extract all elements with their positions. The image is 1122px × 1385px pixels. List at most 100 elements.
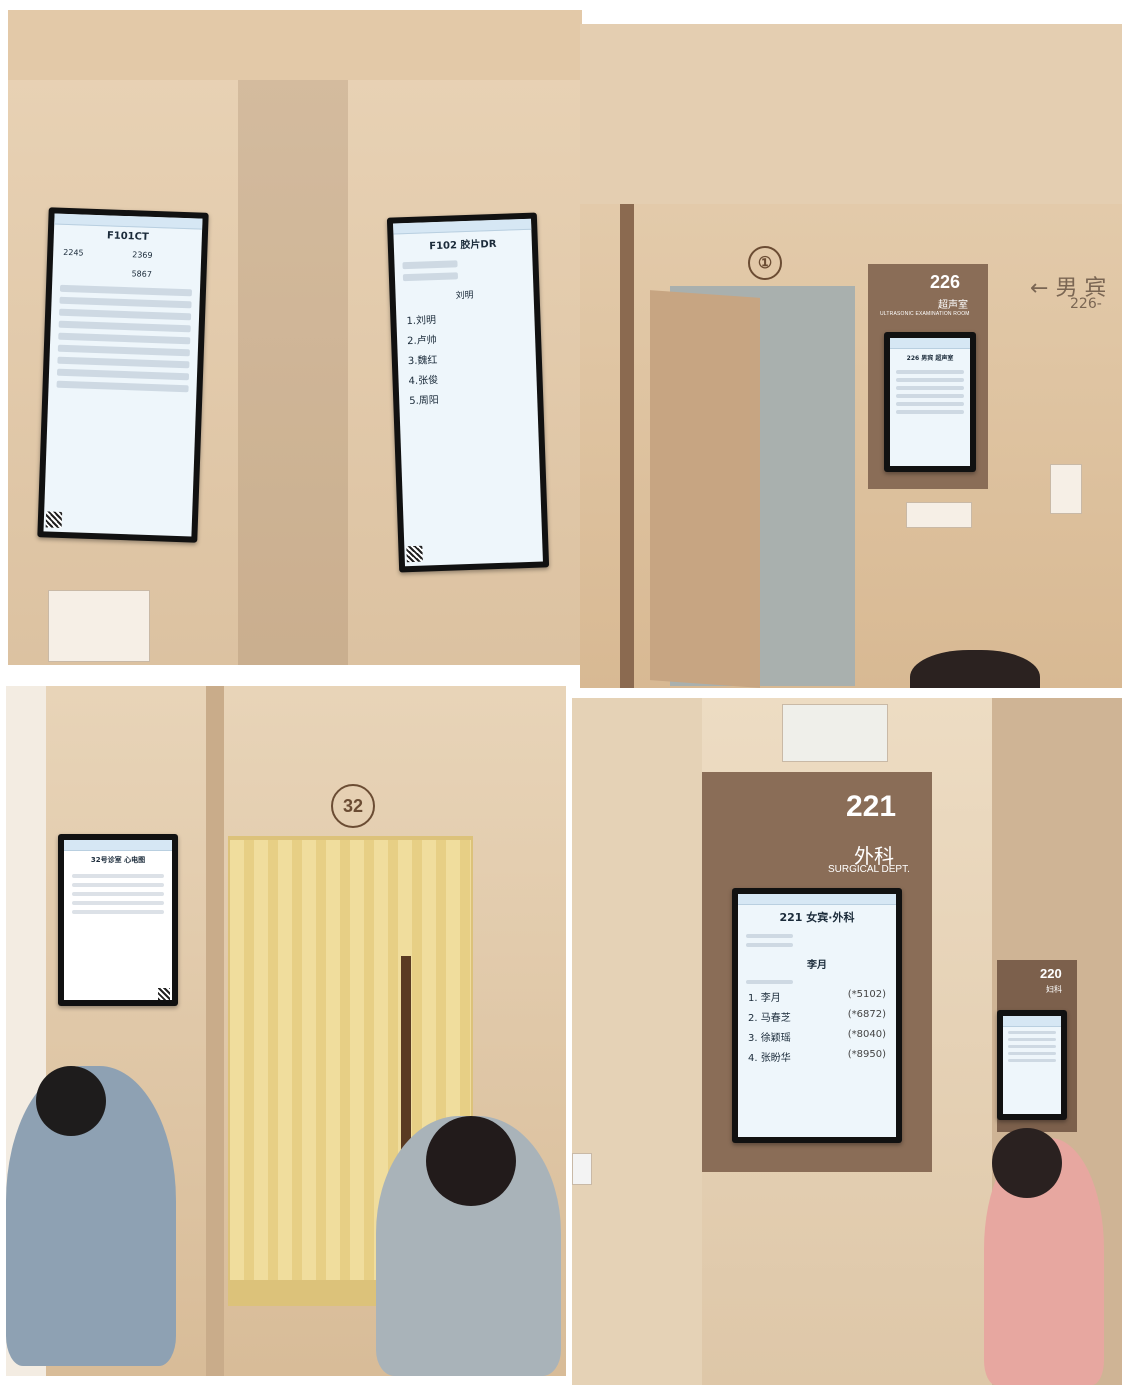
- queue-row: [58, 332, 191, 345]
- door-number-badge: ①: [748, 246, 782, 280]
- queue-monitor-surgical: 221 女宾·外科 李月 1. 李月 (*5102) 2. 马春芝 (*6872) …: [732, 888, 902, 1143]
- photo-top-left: F101CT 2245 2369 5867 F102 胶片DR 刘明 1.刘明 …: [8, 10, 582, 665]
- wall-notice-plate: [48, 590, 150, 662]
- left-wall: [572, 698, 702, 1385]
- queue-row: [57, 356, 190, 369]
- photo-bottom-left: 32 32号诊室 心电图: [6, 686, 566, 1376]
- monitor-screen: 226 男宾 超声室: [890, 338, 970, 466]
- light-switch: [572, 1153, 592, 1185]
- queue-item-label: 3. 徐颖瑶: [748, 1033, 791, 1044]
- screen-header-bar: [1003, 1016, 1061, 1027]
- queue-row: [56, 368, 190, 381]
- door-panel: [650, 290, 760, 688]
- qr-code-icon: [406, 545, 423, 563]
- wall-recess: [238, 80, 348, 665]
- screen-title: F102 胶片DR: [429, 238, 497, 253]
- queue-row: [56, 380, 189, 393]
- queue-item-code: (*8040): [847, 1029, 886, 1040]
- grid-cell: 2369: [132, 250, 153, 260]
- queue-row: [59, 284, 193, 297]
- label-bar: [746, 943, 794, 947]
- grid-cell: 2245: [63, 247, 84, 258]
- queue-item-label: 5.周阳: [409, 395, 440, 408]
- queue-row: [1008, 1031, 1056, 1034]
- queue-item: 4.张俊: [408, 368, 526, 387]
- queue-item: 1. 李月 (*5102): [748, 989, 886, 1004]
- qr-code-icon: [45, 511, 63, 528]
- queue-row: [896, 410, 964, 414]
- monitor-screen: [1003, 1016, 1061, 1114]
- queue-row: [896, 370, 964, 374]
- queue-monitor-ct: F101CT 2245 2369 5867: [37, 207, 209, 543]
- queue-item-label: 3.魏红: [407, 355, 438, 368]
- queue-monitor-ecg: 32号诊室 心电图: [58, 834, 178, 1006]
- grid-cell: [62, 267, 121, 278]
- queue-row: [72, 892, 164, 896]
- queue-row: [1008, 1045, 1056, 1048]
- adjacent-room-number: 220: [1040, 966, 1062, 981]
- queue-row: [72, 910, 164, 914]
- queue-item-code: (*5102): [847, 989, 886, 1000]
- queue-item-label: 1. 李月: [748, 993, 781, 1004]
- queue-row: [59, 296, 192, 309]
- queue-row: [72, 901, 164, 905]
- screen-title: 32号诊室 心电图: [90, 856, 146, 864]
- queue-row: [72, 874, 164, 878]
- door-frame-left: [620, 204, 634, 688]
- label-bar: [402, 260, 458, 270]
- monitor-screen: F101CT 2245 2369 5867: [43, 213, 203, 537]
- call-button-panel: [1050, 464, 1082, 514]
- queue-item: 4. 张盼华 (*8950): [748, 1049, 886, 1064]
- queue-monitor-ultrasound: 226 男宾 超声室: [884, 332, 976, 472]
- grid-cell: 5867: [131, 269, 153, 279]
- queue-row: [1008, 1059, 1056, 1062]
- qr-code-icon: [158, 988, 170, 1000]
- photo-bottom-right: 221 外科 SURGICAL DEPT. 221 女宾·外科 李月 1. 李月…: [572, 698, 1122, 1385]
- queue-row: [57, 344, 190, 357]
- queue-row: [896, 386, 964, 390]
- person-head: [992, 1128, 1062, 1198]
- door-number-badge: 32: [331, 784, 375, 828]
- notice-plate: [906, 502, 972, 528]
- queue-row: [896, 394, 964, 398]
- queue-item-code: (*6872): [847, 1009, 886, 1020]
- ceiling-panel: [580, 24, 1122, 204]
- screen-title: 221 女宾·外科: [779, 911, 855, 924]
- queue-item-label: 4.张俊: [408, 375, 439, 388]
- adjacent-room-name: 妇科: [1046, 985, 1062, 994]
- screen-title: 226 男宾 超声室: [906, 355, 954, 362]
- queue-row: [1008, 1052, 1056, 1055]
- queue-item-code: (*8950): [847, 1049, 886, 1060]
- room-number: 221: [846, 790, 897, 823]
- arrow-left-icon: ←: [1030, 276, 1049, 301]
- queue-item-label: 4. 张盼华: [748, 1053, 791, 1064]
- label-bar: [746, 934, 794, 938]
- queue-item-label: 2.卢帅: [406, 335, 437, 348]
- queue-row: [59, 308, 192, 321]
- direction-sub-label: 226-: [1070, 296, 1102, 312]
- room-number: 226: [930, 272, 961, 292]
- current-patient: 刘明: [455, 290, 474, 302]
- person-head: [426, 1116, 516, 1206]
- queue-item: 1.刘明: [406, 308, 524, 327]
- wall-device: [782, 704, 888, 762]
- screen-header-bar: [890, 338, 970, 349]
- current-patient: 李月: [807, 960, 827, 971]
- monitor-screen: F102 胶片DR 刘明 1.刘明 2.卢帅 3.魏红 4.张俊 5.周阳: [393, 218, 543, 567]
- queue-item: 2.卢帅: [407, 328, 525, 347]
- screen-header-bar: [64, 840, 172, 851]
- adjacent-queue-monitor: [997, 1010, 1067, 1120]
- queue-monitor-dr: F102 胶片DR 刘明 1.刘明 2.卢帅 3.魏红 4.张俊 5.周阳: [386, 212, 550, 573]
- queue-row: [1008, 1038, 1056, 1041]
- queue-row: [72, 883, 164, 887]
- wall-divider: [206, 686, 224, 1376]
- ceiling-panel: [8, 10, 582, 80]
- queue-item: 3.魏红: [408, 348, 526, 367]
- room-name-en: SURGICAL DEPT.: [828, 864, 910, 875]
- queue-row: [58, 320, 191, 333]
- queue-row: [896, 378, 964, 382]
- queue-item-label: 2. 马春芝: [748, 1013, 791, 1024]
- queue-item: 3. 徐颖瑶 (*8040): [748, 1029, 886, 1044]
- queue-item: 2. 马春芝 (*6872): [748, 1009, 886, 1024]
- room-name: 超声室: [938, 300, 968, 311]
